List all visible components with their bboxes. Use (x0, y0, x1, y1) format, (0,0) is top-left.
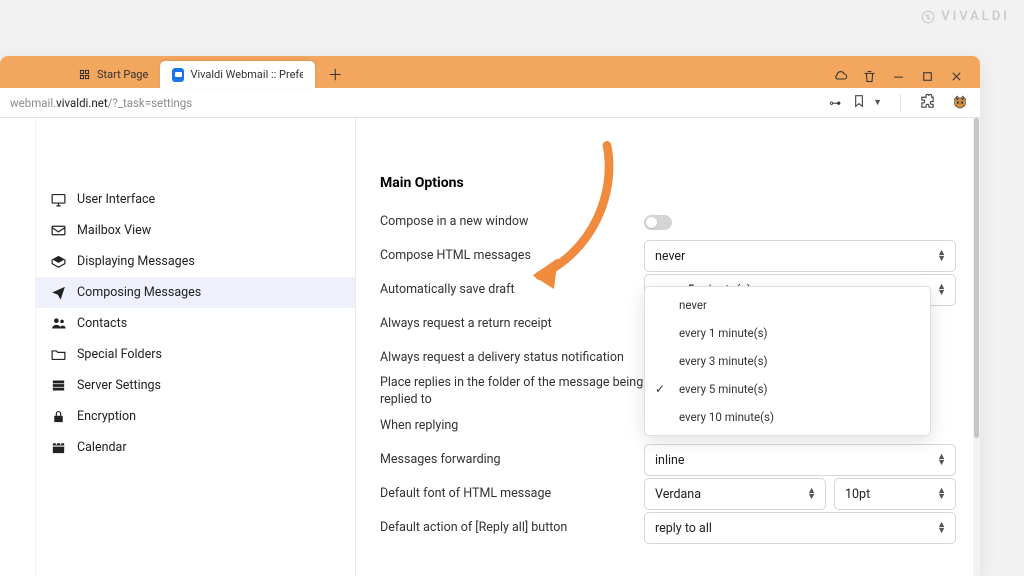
content-area: User Interface Mailbox View Displaying M… (0, 118, 980, 576)
sidebar-item-mailbox-view[interactable]: Mailbox View (36, 215, 355, 246)
sidebar-item-label: Special Folders (77, 347, 162, 362)
trash-icon[interactable] (862, 69, 877, 84)
check-icon: ✓ (655, 382, 665, 396)
sidebar-item-label: Contacts (77, 316, 127, 331)
key-icon[interactable]: ⊶ (829, 96, 841, 110)
tab-vivaldi-webmail[interactable]: Vivaldi Webmail :: Preferen (160, 61, 315, 88)
new-tab-button[interactable]: ＋ (323, 62, 347, 86)
select-forwarding[interactable]: inline ▲▼ (644, 444, 956, 476)
bookmark-icon[interactable] (851, 93, 867, 112)
sidebar-item-composing-messages[interactable]: Composing Messages (36, 277, 355, 308)
extensions-icon[interactable] (919, 93, 936, 113)
sidebar-item-calendar[interactable]: Calendar (36, 432, 355, 463)
select-default-font-size[interactable]: 10pt ▲▼ (834, 478, 956, 510)
close-button[interactable] (949, 69, 964, 84)
sidebar-item-contacts[interactable]: Contacts (36, 308, 355, 339)
dd-option-5min[interactable]: ✓every 5 minute(s) (645, 375, 930, 403)
dd-option-never[interactable]: never (645, 291, 930, 319)
updown-icon: ▲▼ (937, 250, 946, 262)
tab-strip: Start Page Vivaldi Webmail :: Preferen ＋ (0, 56, 980, 88)
main-panel: Main Options Compose in a new window Com… (356, 118, 980, 576)
address-bar[interactable]: webmail.vivaldi.net/?_task=settings ⊶ ▼ (0, 88, 980, 118)
tab-start-page[interactable]: Start Page (66, 61, 160, 88)
sidebar-item-label: Mailbox View (77, 223, 151, 238)
toggle-compose-new-window[interactable] (644, 215, 672, 230)
profile-avatar-icon[interactable] (952, 94, 970, 112)
row-reply-all-action: Default action of [Reply all] button rep… (380, 511, 956, 545)
sidebar-item-label: Displaying Messages (77, 254, 195, 269)
main-heading: Main Options (380, 175, 956, 191)
sidebar-item-server-settings[interactable]: Server Settings (36, 370, 355, 401)
sidebar-item-label: Composing Messages (77, 285, 201, 300)
sidebar-item-label: Calendar (77, 440, 127, 455)
sidebar-item-label: Server Settings (77, 378, 161, 393)
select-default-font[interactable]: Verdana ▲▼ (644, 478, 826, 510)
autosave-dropdown[interactable]: never every 1 minute(s) every 3 minute(s… (644, 286, 931, 436)
maximize-button[interactable] (920, 69, 935, 84)
vivaldi-wordmark-text: VIVALDI (941, 9, 1010, 24)
row-default-font: Default font of HTML message Verdana ▲▼ … (380, 477, 956, 511)
select-compose-html[interactable]: never ▲▼ (644, 240, 956, 272)
sidebar-item-encryption[interactable]: Encryption (36, 401, 355, 432)
tab-label: Start Page (97, 68, 148, 81)
vivaldi-logo-icon (921, 10, 935, 24)
updown-icon: ▲▼ (807, 488, 816, 500)
select-reply-all-action[interactable]: reply to all ▲▼ (644, 512, 956, 544)
updown-icon: ▲▼ (937, 454, 946, 466)
scrollbar[interactable] (973, 118, 980, 576)
sidebar-item-label: User Interface (77, 192, 155, 207)
dd-option-1min[interactable]: every 1 minute(s) (645, 319, 930, 347)
updown-icon: ▲▼ (937, 284, 946, 296)
url-text: webmail.vivaldi.net/?_task=settings (10, 96, 829, 110)
updown-icon: ▲▼ (937, 488, 946, 500)
browser-window: Start Page Vivaldi Webmail :: Preferen ＋… (0, 56, 980, 576)
cloud-sync-icon[interactable] (833, 69, 848, 84)
webmail-favicon (172, 68, 184, 82)
minimize-button[interactable] (891, 69, 906, 84)
updown-icon: ▲▼ (937, 522, 946, 534)
vivaldi-wordmark: VIVALDI (921, 9, 1010, 24)
row-compose-new-window: Compose in a new window (380, 205, 956, 239)
tab-label: Vivaldi Webmail :: Preferen (190, 68, 303, 81)
row-messages-forwarding: Messages forwarding inline ▲▼ (380, 443, 956, 477)
dd-option-3min[interactable]: every 3 minute(s) (645, 347, 930, 375)
row-compose-html: Compose HTML messages never ▲▼ (380, 239, 956, 273)
dd-option-10min[interactable]: every 10 minute(s) (645, 403, 930, 431)
sidebar-item-label: Encryption (77, 409, 136, 424)
settings-sidebar: User Interface Mailbox View Displaying M… (36, 118, 356, 576)
bookmark-chevron-icon[interactable]: ▼ (873, 97, 882, 108)
sidebar-item-user-interface[interactable]: User Interface (36, 184, 355, 215)
sidebar-item-special-folders[interactable]: Special Folders (36, 339, 355, 370)
speed-dial-icon (78, 68, 91, 81)
sidebar-item-displaying-messages[interactable]: Displaying Messages (36, 246, 355, 277)
